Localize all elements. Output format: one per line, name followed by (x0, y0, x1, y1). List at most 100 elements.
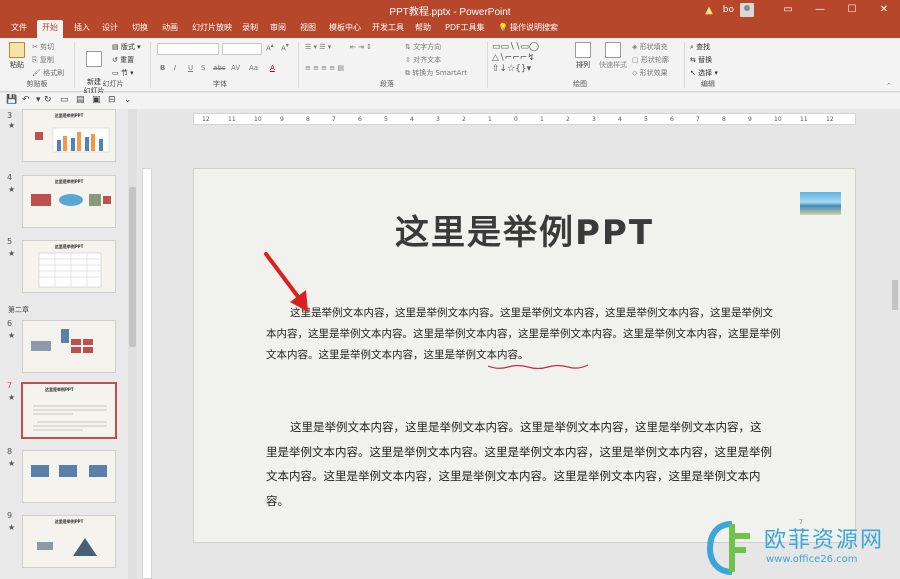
shape-fill-button[interactable]: ◈ 形状填充 (632, 42, 668, 52)
tab-view[interactable]: 视图 (295, 20, 321, 38)
change-case-button[interactable]: Aa (249, 64, 258, 72)
slide-thumbnail-3[interactable]: 这里是举例PPT (22, 109, 116, 162)
presenter-view-icon[interactable]: ▣ (92, 95, 101, 105)
underline-button[interactable]: U (188, 64, 193, 72)
text-direction-button[interactable]: ⇅ 文字方向 (405, 42, 441, 52)
annotation-arrow-icon (264, 252, 308, 312)
editing-group-label: 编辑 (701, 80, 715, 88)
quick-styles-button[interactable]: 快速样式 (598, 42, 628, 70)
format-painter-button[interactable]: 🖌 格式刷 (32, 68, 64, 78)
from-beginning-icon[interactable]: ▤ (76, 95, 85, 105)
slide-thumbnail-6[interactable] (22, 320, 116, 373)
slide-number: 8 (7, 447, 13, 456)
text-box-1[interactable]: 这里是举例文本内容，这里是举例文本内容。这里是举例文本内容，这里是举例文本内容，… (266, 303, 782, 366)
vertical-ruler[interactable] (142, 168, 152, 579)
shrink-font-button[interactable]: A▾ (281, 43, 289, 52)
watermark: 欧菲资源网 www.office26.com (700, 518, 900, 579)
thumb-chart (35, 127, 110, 153)
tab-review[interactable]: 审阅 (265, 20, 291, 38)
thumbnail-scrollbar[interactable] (128, 109, 137, 579)
collapse-ribbon-icon[interactable]: ⌃ (886, 82, 892, 90)
align-text-button[interactable]: ⇳ 对齐文本 (405, 55, 441, 65)
user-name[interactable]: bo (723, 5, 734, 15)
shapes-gallery[interactable]: ▭▭∖∖▭◯ △∖⌐⌐⌐↯ ⇧↓☆{}▾ (492, 42, 562, 76)
tab-insert[interactable]: 插入 (69, 20, 95, 38)
replace-button[interactable]: ⇆ 替换 (690, 55, 712, 65)
font-name-combo[interactable] (157, 43, 219, 55)
tab-design[interactable]: 设计 (97, 20, 123, 38)
slide-thumbnail-9[interactable]: 这里是举例PPT (22, 515, 116, 568)
close-button[interactable]: ✕ (868, 0, 900, 20)
tab-slideshow[interactable]: 幻灯片放映 (187, 20, 237, 38)
ruler-tick: 3 (592, 116, 596, 123)
ruler-tick: 1 (540, 116, 544, 123)
undo-dropdown-icon[interactable]: ▾ (36, 95, 41, 105)
tab-help[interactable]: 帮助 (410, 20, 436, 38)
bullets-button[interactable]: ☰ ▾ ☰ ▾ (305, 43, 331, 51)
save-icon[interactable]: 💾 (6, 95, 17, 105)
tab-developer[interactable]: 开发工具 (367, 20, 409, 38)
start-slideshow-icon[interactable]: ▭ (60, 95, 69, 105)
slide-thumbnail-4[interactable]: 这里是举例PPT (22, 175, 116, 228)
cut-button[interactable]: ✂ 剪切 (32, 42, 54, 52)
find-button[interactable]: ⌕ 查找 (690, 42, 710, 52)
align-buttons[interactable]: ≡ ≡ ≡ ≡ ▤ (305, 64, 344, 72)
quick-styles-icon (605, 42, 621, 58)
font-color-button[interactable]: A (270, 64, 275, 72)
reset-button[interactable]: ↺ 重置 (112, 55, 134, 65)
layout-button[interactable]: ▤ 版式 ▾ (112, 42, 141, 52)
beach-picture[interactable] (800, 192, 841, 215)
section-button[interactable]: ▭ 节 ▾ (112, 68, 134, 78)
warning-icon[interactable]: ▲ (705, 5, 713, 16)
customize-icon[interactable]: ⊟ (108, 95, 116, 105)
select-button[interactable]: ↖ 选择 ▾ (690, 68, 718, 78)
tell-me-search[interactable]: 操作说明搜索 (505, 20, 563, 38)
slide-thumbnail-7[interactable]: 这里是举例PPT (21, 382, 117, 439)
undo-icon[interactable]: ↶ (22, 95, 30, 105)
indent-button[interactable]: ⇤ ⇥ ↕ (350, 43, 372, 51)
tab-home[interactable]: 开始 (37, 20, 63, 38)
animation-star-icon: ★ (8, 185, 16, 194)
shape-outline-button[interactable]: ▢ 形状轮廓 (632, 55, 669, 65)
shape-effects-button[interactable]: ◇ 形状效果 (632, 68, 668, 78)
tab-file[interactable]: 文件 (6, 20, 32, 38)
shadow-button[interactable]: S (201, 64, 205, 72)
watermark-url: www.office26.com (766, 554, 858, 565)
char-spacing-button[interactable]: AV (231, 64, 240, 72)
animation-star-icon: ★ (8, 331, 16, 340)
strikethrough-button[interactable]: abc (213, 64, 226, 72)
font-size-combo[interactable] (222, 43, 262, 55)
avatar[interactable] (740, 3, 754, 17)
redo-icon[interactable]: ↻ (44, 95, 52, 105)
section-header[interactable]: 第二章 (8, 305, 29, 315)
slide-number: 5 (7, 237, 13, 246)
ruler-tick: 6 (358, 116, 362, 123)
minimize-button[interactable]: — (804, 0, 836, 20)
slide-thumbnail-8[interactable] (22, 450, 116, 503)
tab-pdf-tools[interactable]: PDF工具集 (440, 20, 490, 38)
tab-record[interactable]: 录制 (237, 20, 263, 38)
smartart-button[interactable]: ⧉ 转换为 SmartArt (405, 68, 467, 78)
tab-animations[interactable]: 动画 (157, 20, 183, 38)
tab-template-center[interactable]: 模板中心 (324, 20, 366, 38)
qat-customize-dropdown-icon[interactable]: ⌄ (124, 95, 132, 105)
slide-title[interactable]: 这里是举例PPT (194, 205, 855, 254)
ruler-tick: 1 (488, 116, 492, 123)
copy-button[interactable]: ⎘ 复制 (32, 55, 54, 65)
paste-button[interactable]: 粘贴 (6, 42, 28, 70)
slide-thumbnail-5[interactable]: 这里是举例PPT (22, 240, 116, 293)
animation-star-icon: ★ (8, 121, 16, 130)
grow-font-button[interactable]: A▴ (266, 43, 274, 52)
slide-canvas[interactable]: 这里是举例PPT 这里是举例文本内容，这里是举例文本内容。这里是举例文本内容，这… (193, 168, 856, 543)
tab-transitions[interactable]: 切换 (127, 20, 153, 38)
ribbon-display-button[interactable]: ▭ (772, 0, 804, 20)
text-box-2[interactable]: 这里是举例文本内容，这里是举例文本内容。这里是举例文本内容，这里是举例文本内容，… (266, 415, 772, 513)
animation-star-icon: ★ (8, 393, 16, 402)
quick-access-toolbar: 💾 ↶ ▾ ↻ ▭ ▤ ▣ ⊟ ⌄ (0, 93, 900, 109)
arrange-button[interactable]: 排列 (572, 42, 594, 70)
italic-button[interactable]: I (174, 64, 176, 72)
bold-button[interactable]: B (160, 64, 165, 72)
horizontal-ruler[interactable]: 12 11 10 9 8 7 6 5 4 3 2 1 0 1 2 3 4 5 6 7 8 9 10 11 12 (193, 113, 856, 125)
paragraph-group-label: 段落 (380, 80, 394, 88)
maximize-button[interactable]: ☐ (836, 0, 868, 20)
